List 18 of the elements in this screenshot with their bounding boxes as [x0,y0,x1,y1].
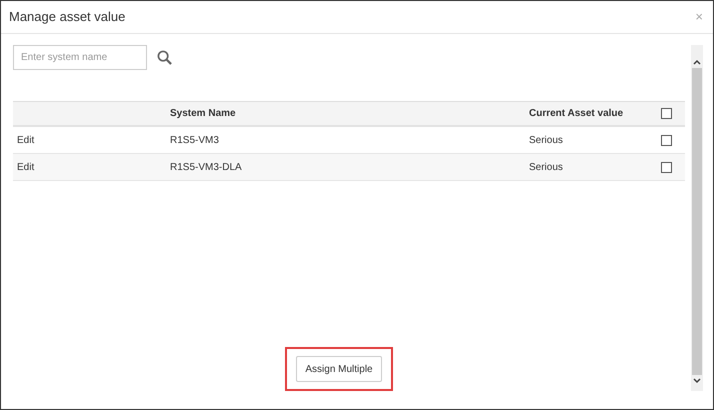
search-field[interactable]: Enter system name [13,45,147,70]
checkbox[interactable] [661,108,672,119]
table-cell-text: R1S5-VM3 [170,134,220,148]
checkbox[interactable] [661,162,672,172]
table-cell-text: Serious [529,134,564,148]
assign-multiple-button[interactable]: Assign Multiple [296,356,382,382]
checkbox[interactable] [661,134,672,146]
column-header: Current Asset value [529,107,624,121]
edit-link[interactable]: Edit [13,160,170,174]
dialog-title: Manage asset value [9,8,126,26]
edit-link[interactable]: Edit [13,132,170,148]
table-cell-text: R1S5-VM3-DLA [170,160,243,174]
search-icon[interactable] [157,50,172,65]
scrollbar[interactable] [691,45,703,391]
table-cell-text: Serious [529,160,564,174]
scroll-down-icon[interactable] [693,378,701,384]
column-header: System Name [170,107,237,121]
scroll-up-icon[interactable] [693,59,701,65]
